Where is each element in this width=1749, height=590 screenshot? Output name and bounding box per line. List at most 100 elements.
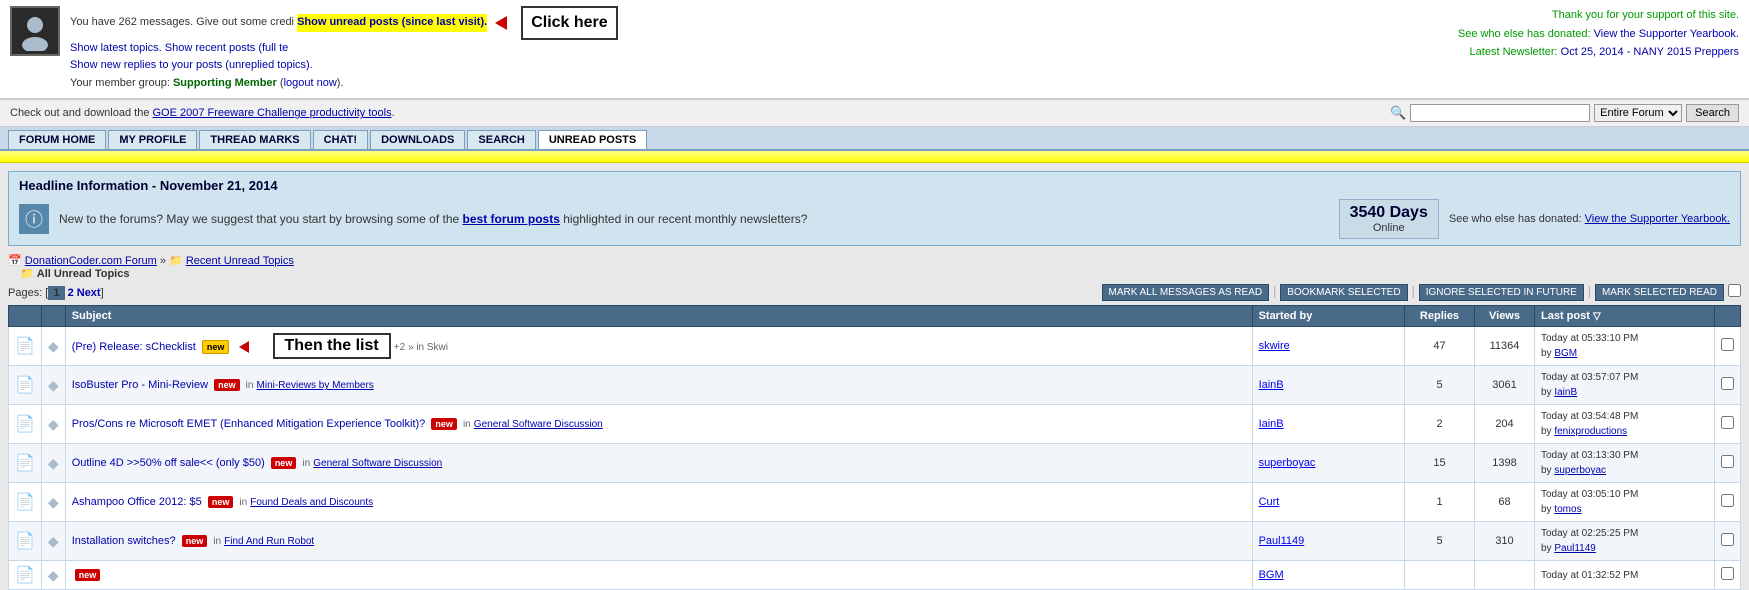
new-badge: new bbox=[208, 496, 234, 508]
recent-posts-link[interactable]: Show recent posts (full te bbox=[165, 42, 289, 54]
author-link[interactable]: BGM bbox=[1259, 569, 1284, 581]
tab-thread-marks[interactable]: THREAD MARKS bbox=[199, 130, 310, 149]
best-forum-posts-link[interactable]: best forum posts bbox=[463, 212, 560, 226]
lastpost-author-link[interactable]: IainB bbox=[1554, 387, 1577, 398]
header-left: You have 262 messages. Give out some cre… bbox=[10, 6, 618, 92]
logout-link[interactable]: logout now bbox=[284, 77, 337, 89]
row-checkbox[interactable] bbox=[1721, 455, 1734, 468]
pages-bar: Pages: [1 2 Next] MARK ALL MESSAGES AS R… bbox=[8, 284, 1741, 301]
next-page-link[interactable]: Next bbox=[77, 287, 101, 299]
row-checkbox[interactable] bbox=[1721, 567, 1734, 580]
ignore-selected-button[interactable]: IGNORE SELECTED IN FUTURE bbox=[1419, 284, 1584, 301]
diamond-icon: ◆ bbox=[48, 455, 59, 471]
searchbar-controls: 🔍 Entire Forum Search bbox=[1390, 104, 1739, 122]
diamond-icon: ◆ bbox=[48, 377, 59, 393]
headline-icon: ⓘ bbox=[19, 204, 49, 234]
member-group-line: Your member group: Supporting Member (lo… bbox=[70, 75, 618, 93]
lastpost-author-link[interactable]: tomos bbox=[1554, 504, 1581, 515]
topic-icon: 📄 bbox=[15, 533, 35, 550]
current-page: 1 bbox=[48, 286, 64, 300]
category-link[interactable]: Found Deals and Discounts bbox=[250, 497, 373, 508]
lastpost-info: Today at 03:57:07 PMby IainB bbox=[1541, 370, 1708, 400]
lastpost-info: Today at 03:13:30 PMby superboyac bbox=[1541, 448, 1708, 478]
row-cb bbox=[1715, 483, 1741, 522]
tab-downloads[interactable]: DOWNLOADS bbox=[370, 130, 465, 149]
author-link[interactable]: Paul1149 bbox=[1259, 535, 1305, 547]
category-link[interactable]: General Software Discussion bbox=[474, 419, 603, 430]
bc-current: All Unread Topics bbox=[37, 268, 130, 280]
tab-chat[interactable]: CHAT! bbox=[313, 130, 368, 149]
select-all-checkbox[interactable] bbox=[1728, 284, 1741, 297]
new-badge: new bbox=[271, 457, 297, 469]
new-replies-link[interactable]: Show new replies to your posts (unreplie… bbox=[70, 59, 313, 71]
row-star: ◆ bbox=[41, 522, 65, 561]
row-checkbox[interactable] bbox=[1721, 533, 1734, 546]
topic-icon: 📄 bbox=[15, 494, 35, 511]
tab-unread-posts[interactable]: UNREAD POSTS bbox=[538, 130, 647, 149]
row-views: 310 bbox=[1475, 522, 1535, 561]
lastpost-author-link[interactable]: BGM bbox=[1554, 348, 1577, 359]
latest-topics-link[interactable]: Show latest topics. bbox=[70, 42, 162, 54]
topic-link[interactable]: Pros/Cons re Microsoft EMET (Enhanced Mi… bbox=[72, 418, 426, 430]
tab-search[interactable]: SEARCH bbox=[467, 130, 535, 149]
tab-forum-home[interactable]: FORUM HOME bbox=[8, 130, 106, 149]
col-subject: Subject bbox=[65, 306, 1252, 327]
author-link[interactable]: IainB bbox=[1259, 379, 1284, 391]
topic-link[interactable]: Installation switches? bbox=[72, 535, 176, 547]
table-header-row: Subject Started by Replies Views Last po… bbox=[9, 306, 1741, 327]
bookmark-selected-button[interactable]: BOOKMARK SELECTED bbox=[1280, 284, 1407, 301]
topic-link[interactable]: Outline 4D >>50% off sale<< (only $50) bbox=[72, 457, 265, 469]
searchbar-text: Check out and download the GOE 2007 Free… bbox=[10, 107, 395, 119]
lastpost-author-link[interactable]: superboyac bbox=[1554, 465, 1606, 476]
search-scope-select[interactable]: Entire Forum bbox=[1594, 104, 1682, 122]
row-replies: 47 bbox=[1405, 327, 1475, 366]
diamond-icon: ◆ bbox=[48, 533, 59, 549]
lastpost-author-link[interactable]: fenixproductions bbox=[1554, 426, 1627, 437]
tab-my-profile[interactable]: MY PROFILE bbox=[108, 130, 197, 149]
row-subject: Ashampoo Office 2012: $5 new in Found De… bbox=[65, 483, 1252, 522]
row-checkbox[interactable] bbox=[1721, 494, 1734, 507]
lastpost-info: Today at 05:33:10 PMby BGM bbox=[1541, 331, 1708, 361]
author-link[interactable]: IainB bbox=[1259, 418, 1284, 430]
supporter-yearbook-link2[interactable]: View the Supporter Yearbook. bbox=[1585, 213, 1730, 225]
category-link[interactable]: Mini-Reviews by Members bbox=[257, 380, 374, 391]
search-button[interactable]: Search bbox=[1686, 104, 1739, 122]
unread-posts-link[interactable]: Show unread posts (since last visit). bbox=[297, 14, 487, 32]
mark-all-read-button[interactable]: MARK ALL MESSAGES AS READ bbox=[1102, 284, 1270, 301]
category-link[interactable]: General Software Discussion bbox=[313, 458, 442, 469]
bc-section-link[interactable]: Recent Unread Topics bbox=[186, 255, 294, 267]
topic-link[interactable]: Ashampoo Office 2012: $5 bbox=[72, 496, 202, 508]
row-checkbox[interactable] bbox=[1721, 338, 1734, 351]
row-checkbox[interactable] bbox=[1721, 416, 1734, 429]
row-subject: Outline 4D >>50% off sale<< (only $50) n… bbox=[65, 444, 1252, 483]
avatar bbox=[10, 6, 60, 56]
author-link[interactable]: Curt bbox=[1259, 496, 1280, 508]
diamond-icon: ◆ bbox=[48, 416, 59, 432]
page-2-link[interactable]: 2 bbox=[68, 287, 74, 299]
goe-link[interactable]: GOE 2007 Freeware Challenge productivity… bbox=[153, 107, 392, 119]
table-row: 📄 ◆ (Pre) Release: sChecklist new Then t… bbox=[9, 327, 1741, 366]
row-checkbox[interactable] bbox=[1721, 377, 1734, 390]
newsletter-link[interactable]: Oct 25, 2014 - NANY 2015 Preppers bbox=[1561, 46, 1739, 58]
author-link[interactable]: skwire bbox=[1259, 340, 1290, 352]
lastpost-author-link[interactable]: Paul1149 bbox=[1554, 543, 1596, 554]
topic-link[interactable]: (Pre) Release: sChecklist bbox=[72, 341, 196, 353]
then-list-annotation: Then the list bbox=[273, 333, 391, 359]
topic-link[interactable]: IsoBuster Pro - Mini-Review bbox=[72, 379, 208, 391]
lastpost-info: Today at 01:32:52 PM bbox=[1541, 568, 1708, 583]
search-input[interactable] bbox=[1410, 104, 1590, 122]
category-link[interactable]: Find And Run Robot bbox=[224, 536, 314, 547]
col-views: Views bbox=[1475, 306, 1535, 327]
row-lastpost: Today at 03:57:07 PMby IainB bbox=[1535, 366, 1715, 405]
mark-selected-read-button[interactable]: MARK SELECTED READ bbox=[1595, 284, 1724, 301]
author-link[interactable]: superboyac bbox=[1259, 457, 1316, 469]
row-replies bbox=[1405, 561, 1475, 590]
col-replies: Replies bbox=[1405, 306, 1475, 327]
row-star: ◆ bbox=[41, 405, 65, 444]
pages-left: Pages: [1 2 Next] bbox=[8, 287, 104, 299]
col-lastpost[interactable]: Last post ▽ bbox=[1535, 306, 1715, 327]
bc-site-link[interactable]: DonationCoder.com Forum bbox=[25, 255, 157, 267]
supporter-yearbook-link[interactable]: View the Supporter Yearbook. bbox=[1594, 28, 1739, 40]
table-row: 📄 ◆ Installation switches? new in Find A… bbox=[9, 522, 1741, 561]
lastpost-info: Today at 03:54:48 PMby fenixproductions bbox=[1541, 409, 1708, 439]
